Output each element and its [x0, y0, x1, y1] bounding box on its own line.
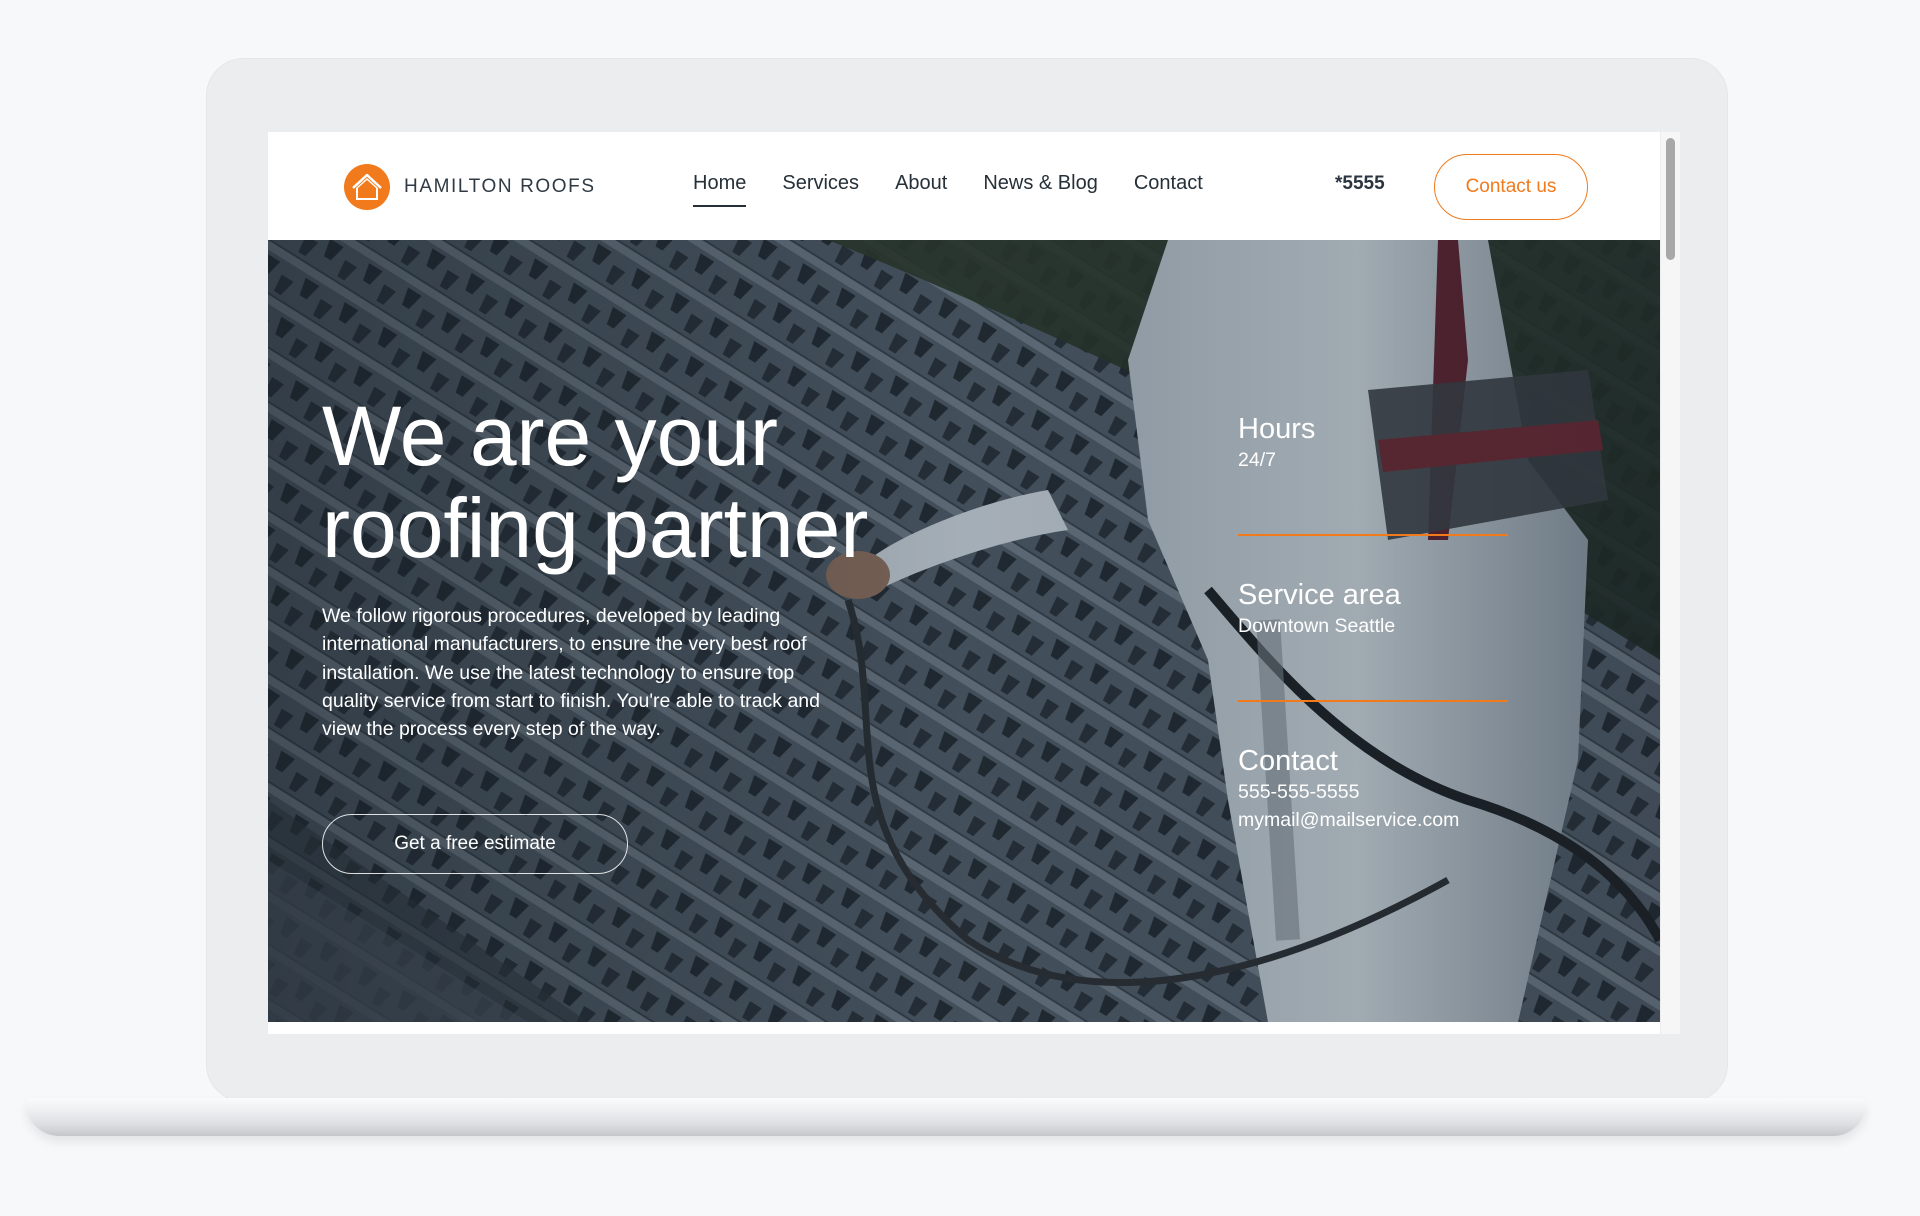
- contact-title: Contact: [1238, 745, 1338, 777]
- service-area-block: Service area Downtown Seattle: [1238, 578, 1538, 640]
- site-header: HAMILTON ROOFS Home Services About News …: [268, 132, 1660, 240]
- page-scrollbar[interactable]: [1660, 132, 1680, 1034]
- contact-block: Contact 555-555-5555 mymail@mailservice.…: [1238, 744, 1538, 834]
- contact-us-button[interactable]: Contact us: [1434, 154, 1588, 220]
- header-phone-link[interactable]: *5555: [1335, 173, 1385, 195]
- main-nav: Home Services About News & Blog Contact: [693, 172, 1239, 207]
- hero-description: We follow rigorous procedures, developed…: [322, 605, 820, 741]
- browser-viewport: HAMILTON ROOFS Home Services About News …: [268, 132, 1680, 1034]
- logo[interactable]: HAMILTON ROOFS: [344, 164, 596, 210]
- nav-item-about[interactable]: About: [895, 172, 947, 195]
- hero-title-line2: roofing partner: [322, 481, 869, 575]
- contact-email[interactable]: mymail@mailservice.com: [1238, 806, 1538, 834]
- house-logo-icon: [344, 164, 390, 210]
- logo-text: HAMILTON ROOFS: [404, 176, 596, 197]
- service-area-value: Downtown Seattle: [1238, 615, 1396, 637]
- scrollbar-thumb[interactable]: [1666, 138, 1675, 260]
- service-area-title: Service area: [1238, 579, 1401, 611]
- nav-item-services[interactable]: Services: [782, 172, 859, 195]
- hero-section: We are your roofing partner We follow ri…: [268, 240, 1660, 1022]
- hours-value: 24/7: [1238, 449, 1276, 471]
- hours-title: Hours: [1238, 413, 1316, 445]
- info-divider: [1238, 534, 1508, 536]
- nav-item-home[interactable]: Home: [693, 172, 747, 207]
- contact-phone[interactable]: 555-555-5555: [1238, 778, 1538, 806]
- hero-title-line1: We are your: [322, 389, 778, 483]
- hero-title: We are your roofing partner: [322, 390, 1022, 574]
- free-estimate-button[interactable]: Get a free estimate: [322, 814, 628, 874]
- laptop-base: [26, 1098, 1866, 1136]
- nav-item-contact[interactable]: Contact: [1134, 172, 1203, 195]
- nav-item-news-blog[interactable]: News & Blog: [983, 172, 1098, 195]
- info-divider: [1238, 700, 1508, 702]
- hours-block: Hours 24/7: [1238, 412, 1538, 474]
